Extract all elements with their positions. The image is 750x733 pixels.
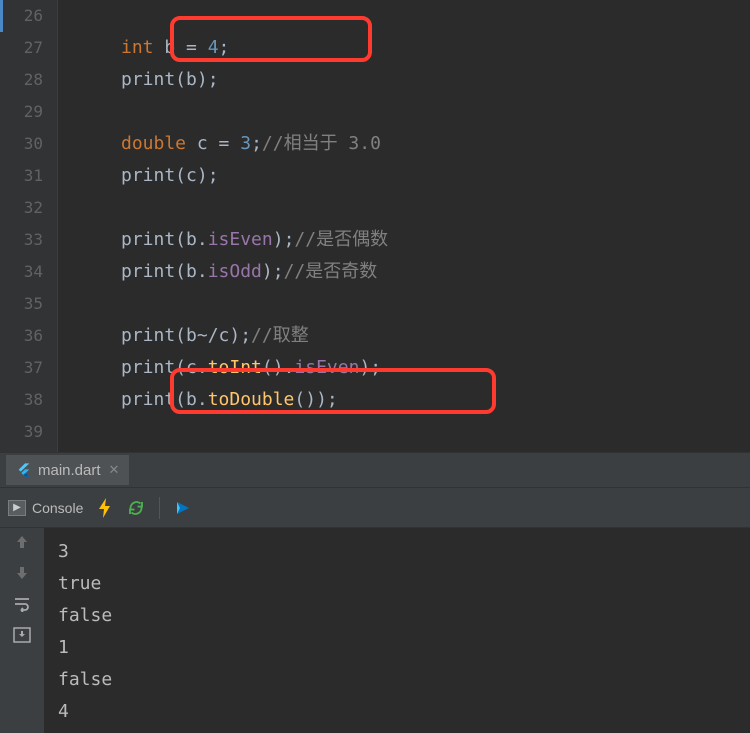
code-line[interactable] <box>66 96 750 128</box>
soft-wrap-icon[interactable] <box>13 596 31 617</box>
line-number: 28 <box>0 64 43 96</box>
line-number: 39 <box>0 416 43 448</box>
code-line[interactable]: double c = 3;//相当于 3.0 <box>66 128 750 160</box>
console-output-line: true <box>58 568 736 600</box>
code-line[interactable] <box>66 288 750 320</box>
line-number: 32 <box>0 192 43 224</box>
console-toolbar: ▶ Console <box>0 488 750 528</box>
line-number: 30 <box>0 128 43 160</box>
line-number: 33 <box>0 224 43 256</box>
console-output-line: false <box>58 664 736 696</box>
line-number: 36 <box>0 320 43 352</box>
code-line[interactable]: print(c.toInt().isEven); <box>66 352 750 384</box>
line-number: 37 <box>0 352 43 384</box>
line-number: 34 <box>0 256 43 288</box>
separator <box>159 497 160 519</box>
reload-icon[interactable] <box>127 499 145 517</box>
tab-label: main.dart <box>38 462 101 479</box>
code-line[interactable]: print(b.isOdd);//是否奇数 <box>66 256 750 288</box>
code-line[interactable]: print(b~/c);//取整 <box>66 320 750 352</box>
arrow-down-icon[interactable] <box>14 565 30 586</box>
dart-icon[interactable] <box>174 499 192 517</box>
code-editor[interactable]: 2627282930313233343536373839 int b = 4;p… <box>0 0 750 452</box>
scroll-to-end-icon[interactable] <box>13 627 31 648</box>
code-line[interactable] <box>66 192 750 224</box>
code-line[interactable]: int b = 4; <box>66 32 750 64</box>
line-number: 27 <box>0 32 43 64</box>
flutter-icon <box>16 462 32 478</box>
console-action-gutter <box>0 528 44 733</box>
run-tab-bar: main.dart ✕ <box>0 452 750 488</box>
console-output-line: 3 <box>58 536 736 568</box>
lightning-icon[interactable] <box>97 498 113 518</box>
line-number: 31 <box>0 160 43 192</box>
code-line[interactable] <box>66 0 750 32</box>
line-number: 26 <box>0 0 43 32</box>
terminal-icon: ▶ <box>8 500 26 516</box>
line-number-gutter: 2627282930313233343536373839 <box>0 0 58 452</box>
console-output-line: 1 <box>58 632 736 664</box>
code-line[interactable] <box>66 416 750 448</box>
tab-main-dart[interactable]: main.dart ✕ <box>6 455 129 485</box>
console-output[interactable]: 3truefalse1false4 <box>44 528 750 733</box>
code-line[interactable]: print(b.toDouble()); <box>66 384 750 416</box>
arrow-up-icon[interactable] <box>14 534 30 555</box>
code-line[interactable]: print(b); <box>66 64 750 96</box>
close-icon[interactable]: ✕ <box>109 462 120 478</box>
console-label: Console <box>32 500 83 516</box>
line-number: 38 <box>0 384 43 416</box>
console-output-line: false <box>58 600 736 632</box>
code-content[interactable]: int b = 4;print(b); double c = 3;//相当于 3.… <box>58 0 750 452</box>
code-line[interactable]: print(b.isEven);//是否偶数 <box>66 224 750 256</box>
console-output-line: 4 <box>58 696 736 728</box>
line-number: 35 <box>0 288 43 320</box>
code-line[interactable]: print(c); <box>66 160 750 192</box>
console-output-panel: 3truefalse1false4 <box>0 528 750 733</box>
console-button[interactable]: ▶ Console <box>8 500 83 516</box>
line-number: 29 <box>0 96 43 128</box>
